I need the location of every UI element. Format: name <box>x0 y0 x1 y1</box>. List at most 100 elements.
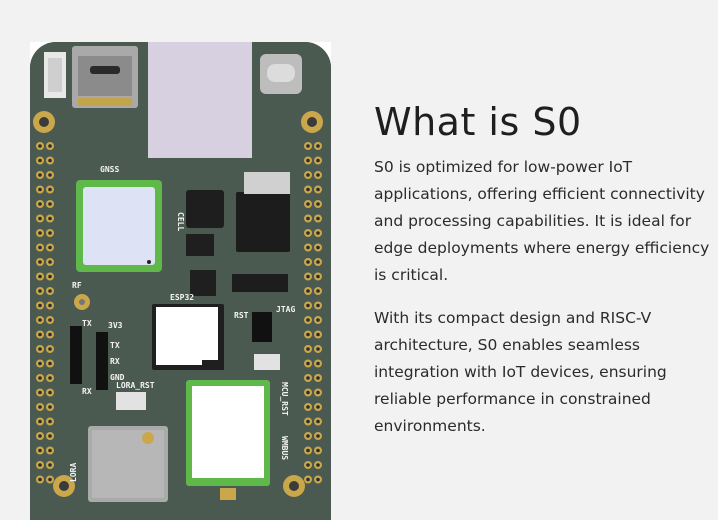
silk-rx2: RX <box>82 387 92 396</box>
header-pin-hole <box>38 376 42 380</box>
header-pin-hole <box>38 274 42 279</box>
header-pin-hole <box>38 202 42 206</box>
header-pin-hole <box>48 202 52 206</box>
header-pin-hole <box>48 216 52 221</box>
header-pin-hole <box>48 245 52 250</box>
mcu-reset-button <box>254 354 280 370</box>
silk-rx: RX <box>110 357 120 366</box>
header-pin-hole <box>38 144 42 148</box>
header-pin-hole <box>48 231 52 235</box>
header-pin-hole <box>48 463 52 467</box>
header-pin-hole <box>48 405 52 409</box>
header-pin-hole <box>316 158 320 163</box>
header-pin-hole <box>48 318 52 322</box>
header-pin-hole <box>316 289 320 293</box>
header-pin-hole <box>306 361 310 366</box>
header-pin-hole <box>316 173 320 177</box>
silk-tx: TX <box>82 319 92 328</box>
header-pin-hole <box>38 216 42 221</box>
header-pin-hole <box>38 245 42 250</box>
description-paragraph-2: With its compact design and RISC-V archi… <box>374 309 667 435</box>
header-pin-hole <box>316 216 320 221</box>
pcb-illustration: GNSS CELL RF ESP32 JTAG RST TX 3V3 TX RX… <box>30 42 331 520</box>
header-pin-hole <box>306 434 310 438</box>
header-pin-hole <box>306 173 310 177</box>
header-pin-hole <box>306 332 310 337</box>
header-pin-hole <box>306 202 310 206</box>
header-pin-hole <box>316 419 320 424</box>
header-pin-hole <box>38 187 42 192</box>
board-cutout <box>148 42 252 158</box>
pcb-board: GNSS CELL RF ESP32 JTAG RST TX 3V3 TX RX… <box>30 42 331 520</box>
header-pin-hole <box>306 405 310 409</box>
header-pin-hole <box>306 477 310 482</box>
header-pin-hole <box>306 376 310 380</box>
description-paragraph-1: S0 is optimized for low-power IoT applic… <box>374 158 710 284</box>
header-pin-hole <box>38 361 42 366</box>
header-pin-hole <box>38 289 42 293</box>
silk-mcu-rst: MCU_RST <box>280 382 289 416</box>
header-pin-hole <box>306 318 310 322</box>
header-pin-hole <box>38 448 42 453</box>
header-pin-hole <box>316 405 320 409</box>
header-pin-hole <box>38 477 42 482</box>
header-pin-hole <box>306 448 310 453</box>
header-pin-hole <box>306 187 310 192</box>
header-pin-hole <box>316 274 320 279</box>
header-pin-hole <box>316 477 320 482</box>
header-pin-hole <box>306 274 310 279</box>
header-pin-hole <box>48 144 52 148</box>
silk-esp32: ESP32 <box>170 293 194 302</box>
header-pin-hole <box>48 173 52 177</box>
header-pin-hole <box>38 173 42 177</box>
header-pin-hole <box>38 318 42 322</box>
silk-cell: CELL <box>176 212 185 231</box>
header-pin-hole <box>306 390 310 395</box>
header-pin-hole <box>316 332 320 337</box>
header-pin-hole <box>48 260 52 264</box>
ic-soic <box>232 274 288 292</box>
header-pin-hole <box>38 303 42 308</box>
header-pin-hole <box>316 390 320 395</box>
header-pin-hole <box>316 347 320 351</box>
header-pin-hole <box>316 245 320 250</box>
header-pin-hole <box>48 434 52 438</box>
header-pin-hole <box>316 463 320 467</box>
header-pin-hole <box>306 144 310 148</box>
header-pin-hole <box>38 347 42 351</box>
header-pin-hole <box>316 260 320 264</box>
header-pin-hole <box>316 231 320 235</box>
header-pin-hole <box>306 260 310 264</box>
header-pin-hole <box>316 361 320 366</box>
power-chip <box>236 192 290 252</box>
header-pin-hole <box>48 390 52 395</box>
section-title: What is S0 <box>374 100 582 144</box>
board-image: GNSS CELL RF ESP32 JTAG RST TX 3V3 TX RX… <box>30 42 331 520</box>
header-pin-hole <box>306 463 310 467</box>
header-pin-hole <box>306 303 310 308</box>
header-pin-hole <box>306 419 310 424</box>
silk-wmbus: WMBUS <box>280 436 289 460</box>
header-pin-hole <box>48 187 52 192</box>
header-pin-hole <box>316 187 320 192</box>
header-pin-hole <box>48 347 52 351</box>
header-pin-hole <box>38 405 42 409</box>
header-pin-hole <box>316 202 320 206</box>
header-pin-hole <box>48 303 52 308</box>
header-pin-hole <box>316 448 320 453</box>
header-pin-hole <box>306 158 310 163</box>
header-pin-hole <box>48 448 52 453</box>
header-pin-hole <box>38 419 42 424</box>
header-pin-hole <box>38 390 42 395</box>
header-pin-hole <box>38 463 42 467</box>
silk-lora: LORA <box>69 463 78 482</box>
header-pin-hole <box>38 434 42 438</box>
header-pin-hole <box>38 260 42 264</box>
lora-reset-button <box>116 392 146 410</box>
chip <box>186 190 224 228</box>
silk-lora-rst: LORA_RST <box>116 381 155 390</box>
header-pin-hole <box>306 231 310 235</box>
header-pin-hole <box>48 289 52 293</box>
header-pin-hole <box>48 158 52 163</box>
silk-gnss: GNSS <box>100 165 119 174</box>
